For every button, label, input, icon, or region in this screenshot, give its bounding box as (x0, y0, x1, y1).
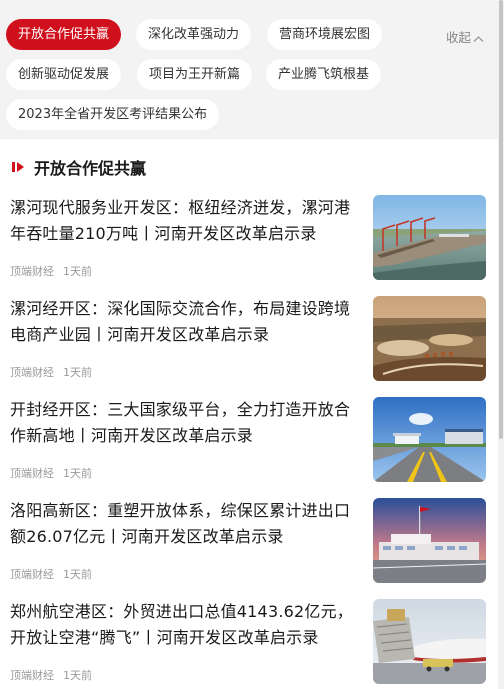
news-title: 漯河现代服务业开发区：枢纽经济迸发，漯河港年吞吐量210万吨丨河南开发区改革启示… (10, 198, 351, 243)
news-source: 顶端财经 (10, 568, 54, 581)
section-marker-icon (12, 162, 24, 172)
tag-deepen-reform[interactable]: 深化改革强动力 (136, 19, 252, 50)
news-time: 1天前 (63, 669, 92, 682)
news-source: 顶端财经 (10, 669, 54, 682)
collapse-label: 收起 (446, 30, 472, 45)
tag-innovation-driven[interactable]: 创新驱动促发展 (6, 59, 122, 90)
news-title: 郑州航空港区：外贸进出口总值4143.62亿元，开放让空港“腾飞”丨河南开发区改… (10, 602, 353, 647)
tag-business-environment[interactable]: 营商环境展宏图 (267, 19, 383, 50)
news-meta: 顶端财经 1天前 (10, 465, 92, 481)
news-item[interactable]: 漯河经开区：深化国际交流合作，布局建设跨境电商产业园丨河南开发区改革启示录 顶端… (0, 296, 504, 397)
category-tag-bar: 开放合作促共赢 深化改革强动力 营商环境展宏图 收起 创新驱动促发展 项目为王开… (0, 0, 504, 139)
section-header: 开放合作促共赢 (12, 156, 146, 178)
news-thumbnail-bonded-zone (373, 498, 486, 583)
news-item[interactable]: 洛阳高新区：重塑开放体系，综保区累计进出口额26.07亿元丨河南开发区改革启示录… (0, 498, 504, 599)
chevron-up-icon (473, 35, 484, 42)
news-title: 开封经开区：三大国家级平台，全力打造开放合作新高地丨河南开发区改革启示录 (10, 400, 351, 445)
news-source: 顶端财经 (10, 467, 54, 480)
scrollbar[interactable] (498, 0, 504, 689)
news-item[interactable]: 漯河现代服务业开发区：枢纽经济迸发，漯河港年吞吐量210万吨丨河南开发区改革启示… (0, 195, 504, 296)
news-time: 1天前 (63, 568, 92, 581)
news-meta: 顶端财经 1天前 (10, 364, 92, 380)
tag-projects-first[interactable]: 项目为王开新篇 (137, 59, 253, 90)
news-title: 洛阳高新区：重塑开放体系，综保区累计进出口额26.07亿元丨河南开发区改革启示录 (10, 501, 351, 546)
news-meta: 顶端财经 1天前 (10, 667, 92, 683)
news-thumbnail-port (373, 195, 486, 280)
news-source: 顶端财经 (10, 366, 54, 379)
news-thumbnail-road-gate (373, 397, 486, 482)
section-title: 开放合作促共赢 (34, 159, 147, 178)
news-item[interactable]: 郑州航空港区：外贸进出口总值4143.62亿元，开放让空港“腾飞”丨河南开发区改… (0, 599, 504, 689)
news-source: 顶端财经 (10, 265, 54, 278)
news-meta: 顶端财经 1天前 (10, 566, 92, 582)
tag-open-cooperation[interactable]: 开放合作促共赢 (6, 19, 122, 50)
news-thumbnail-industrial-park (373, 296, 486, 381)
news-title: 漯河经开区：深化国际交流合作，布局建设跨境电商产业园丨河南开发区改革启示录 (10, 299, 351, 344)
tag-industry-rise[interactable]: 产业腾飞筑根基 (266, 59, 382, 90)
collapse-button[interactable]: 收起 (446, 27, 484, 46)
news-time: 1天前 (63, 265, 92, 278)
news-thumbnail-airport-cargo (373, 599, 486, 684)
news-time: 1天前 (63, 467, 92, 480)
news-time: 1天前 (63, 366, 92, 379)
news-item[interactable]: 开封经开区：三大国家级平台，全力打造开放合作新高地丨河南开发区改革启示录 顶端财… (0, 397, 504, 498)
news-meta: 顶端财经 1天前 (10, 263, 92, 279)
tag-evaluation-results[interactable]: 2023年全省开发区考评结果公布 (6, 99, 220, 130)
